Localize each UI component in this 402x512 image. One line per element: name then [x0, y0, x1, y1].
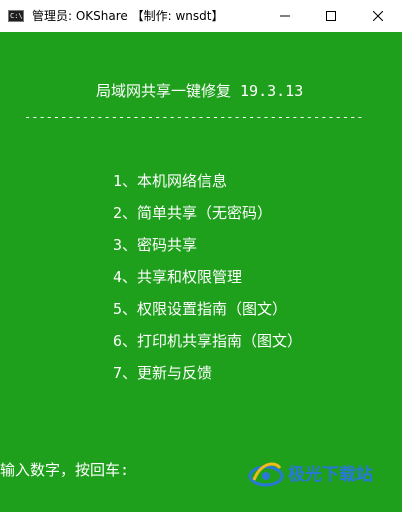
title-bar[interactable]: C:\ 管理员: OKShare 【制作: wnsdt】 — [0, 0, 402, 32]
menu-item-update-feedback: 7、更新与反馈 — [113, 364, 213, 382]
close-button[interactable] — [354, 0, 402, 32]
menu-item-network-info: 1、本机网络信息 — [113, 172, 228, 190]
console-app-icon: C:\ — [8, 10, 24, 22]
watermark-text: 极光下载站 — [288, 465, 373, 485]
maximize-button[interactable] — [308, 0, 354, 32]
minimize-button[interactable] — [262, 0, 308, 32]
console-output[interactable]: 局域网共享一键修复 19.3.13 ----------------------… — [0, 32, 402, 512]
minimize-icon — [280, 15, 290, 17]
console-window: C:\ 管理员: OKShare 【制作: wnsdt】 局域网共享一键修复 1… — [0, 0, 402, 512]
close-icon — [373, 11, 383, 21]
menu-item-simple-share: 2、简单共享（无密码） — [113, 204, 273, 222]
maximize-icon — [326, 11, 336, 21]
divider-line: ----------------------------------------… — [24, 110, 364, 124]
menu-item-share-permissions: 4、共享和权限管理 — [113, 268, 243, 286]
menu-item-permission-guide: 5、权限设置指南（图文） — [113, 300, 288, 318]
menu-item-password-share: 3、密码共享 — [113, 236, 198, 254]
program-title: 局域网共享一键修复 19.3.13 — [96, 82, 304, 100]
window-title: 管理员: OKShare 【制作: wnsdt】 — [32, 9, 224, 23]
watermark: 极光下载站 — [248, 454, 398, 494]
menu-item-printer-guide: 6、打印机共享指南（图文） — [113, 332, 303, 350]
input-prompt: 输入数字，按回车: — [0, 461, 130, 479]
aurora-logo-icon — [248, 462, 284, 487]
